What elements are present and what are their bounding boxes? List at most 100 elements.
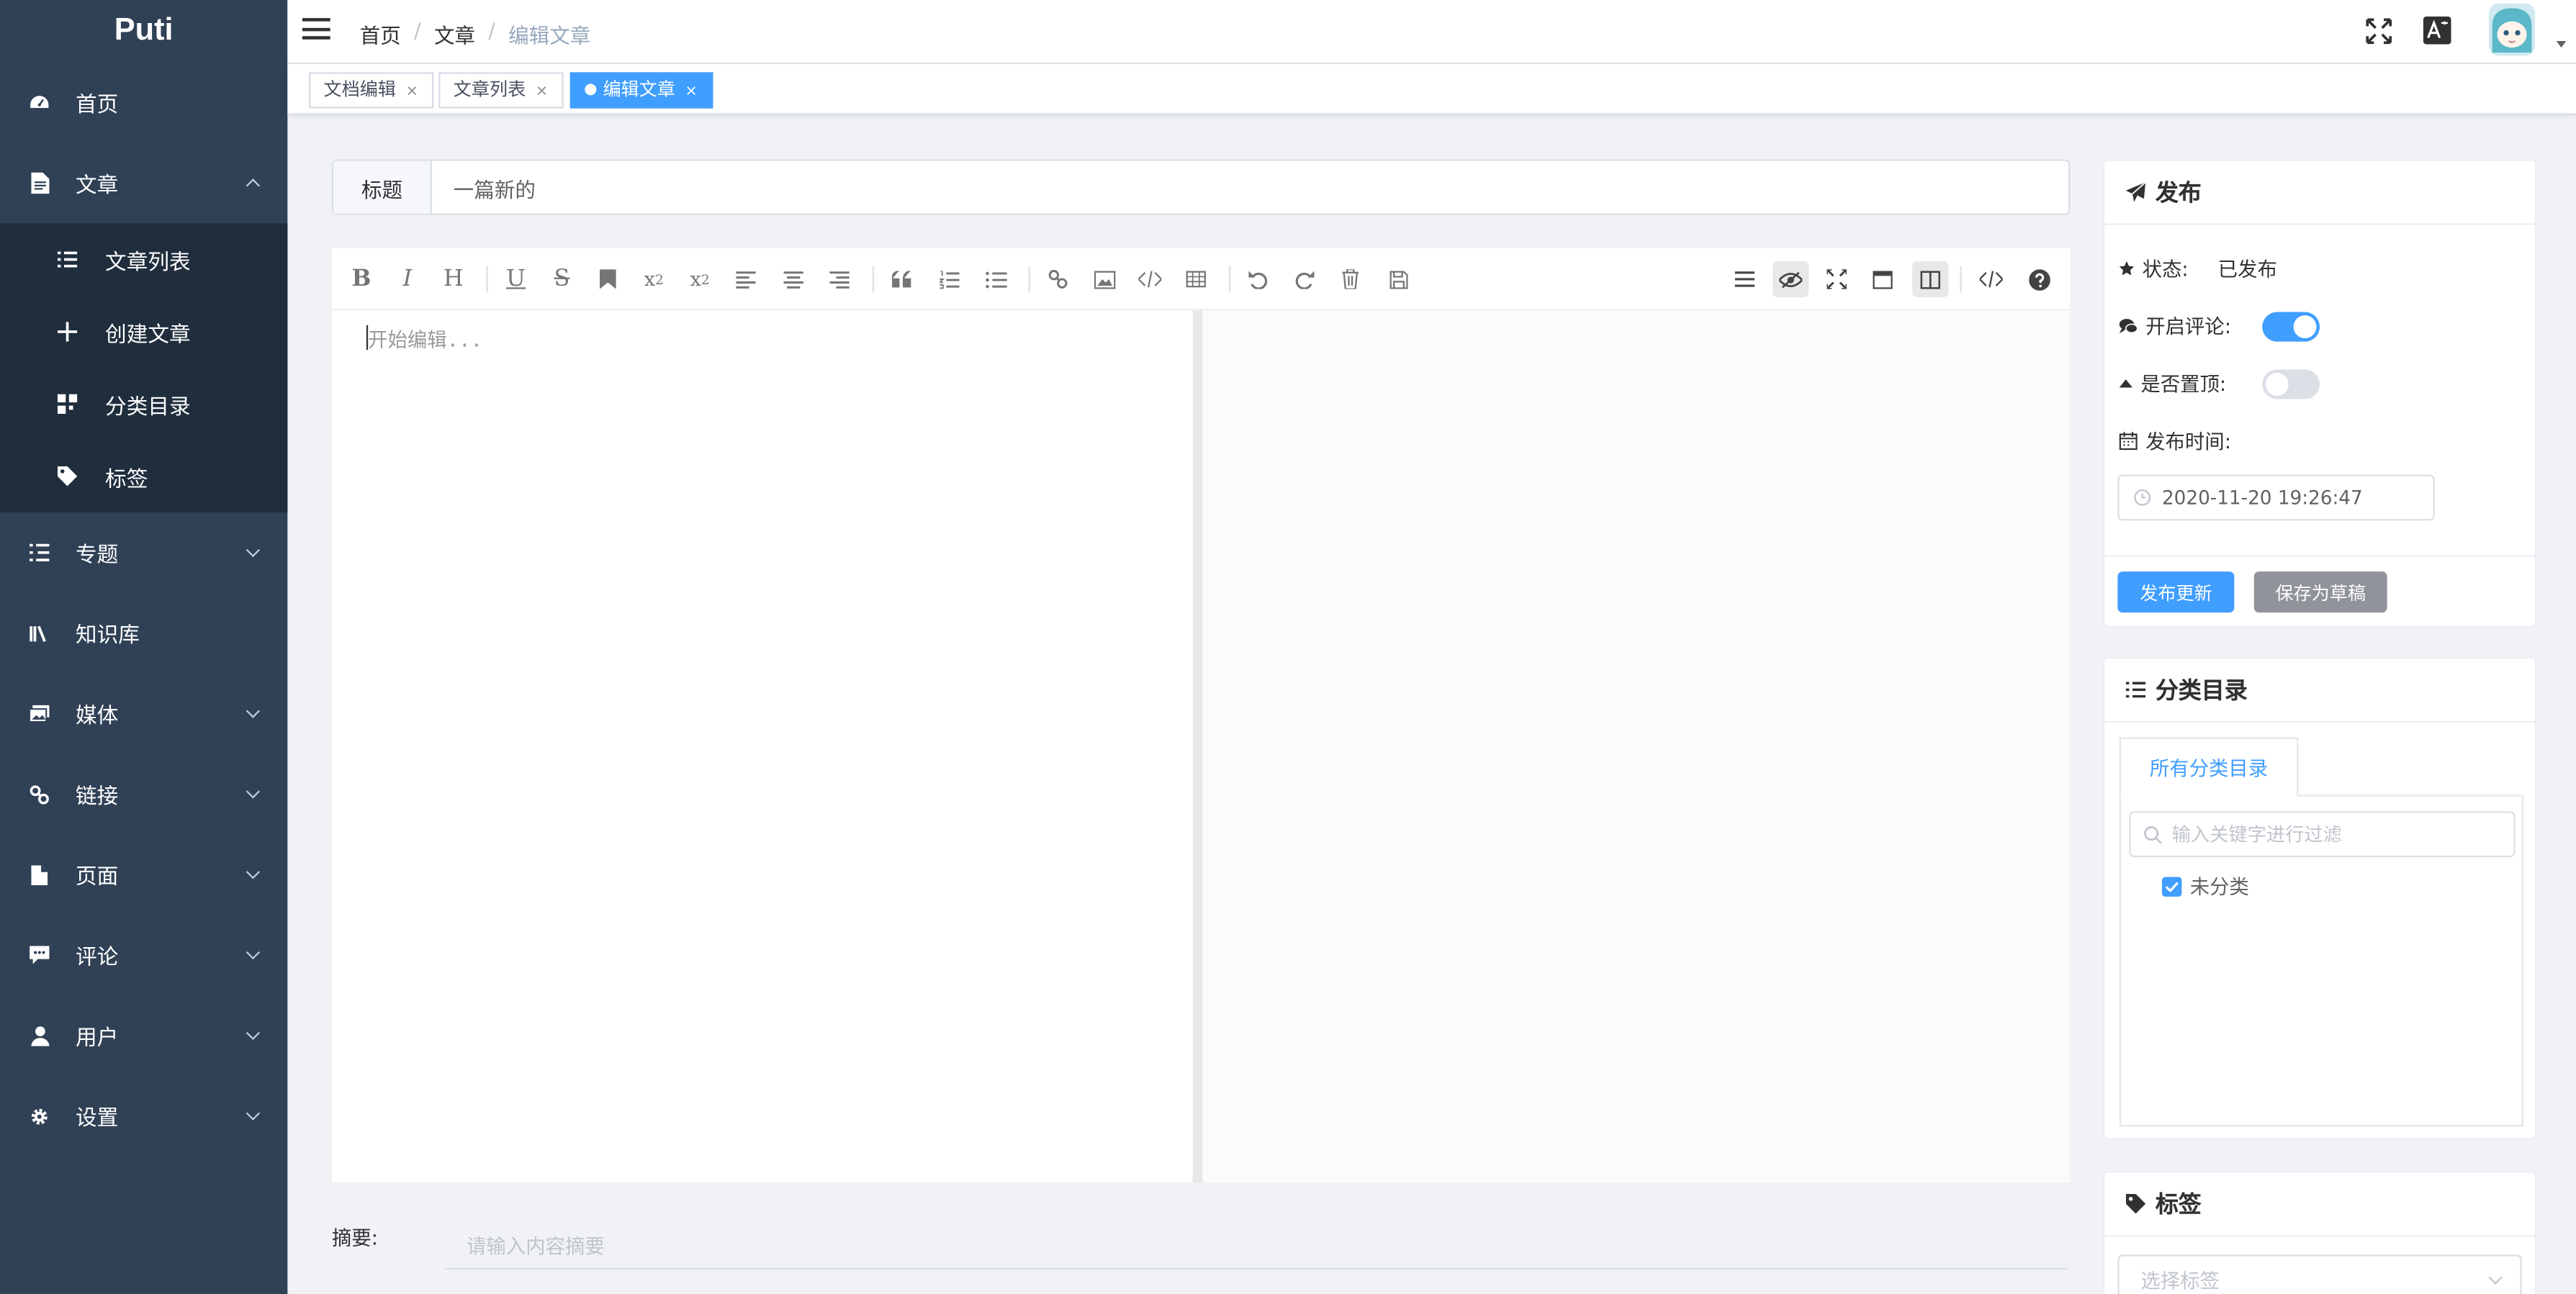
sidebar-item-create-article[interactable]: 创建文章 [0,296,287,368]
fullscreen-icon[interactable] [2366,18,2392,45]
sidebar-item-label: 设置 [75,1107,119,1132]
navigation-icon[interactable] [1726,261,1762,297]
breadcrumb-articles[interactable]: 文章 [434,18,475,49]
sidebar-item-media[interactable]: 媒体 [0,674,287,754]
bold-icon[interactable]: B [343,261,379,297]
books-icon [30,623,49,643]
star-icon [2119,261,2135,276]
chevron-down-icon [2488,1270,2503,1285]
align-right-icon[interactable] [821,261,857,297]
split-view-icon[interactable] [1912,261,1949,298]
tags-view-item[interactable]: 文章列表 × [438,72,563,109]
sticky-toggle[interactable] [2262,369,2320,399]
editor-placeholder: 开始编辑... [366,325,482,353]
list-icon [30,543,50,562]
tab-all-categories[interactable]: 所有分类目录 [2119,737,2299,797]
tags-view-item[interactable]: 文档编辑 × [308,72,433,109]
sidebar-item-pages[interactable]: 页面 [0,834,287,915]
sidebar-item-categories[interactable]: 分类目录 [0,368,287,440]
subscript-icon[interactable]: x2 [682,261,718,297]
page-icon [30,864,49,884]
close-icon[interactable]: × [536,83,548,100]
sidebar-item-home[interactable]: 首页 [0,63,287,143]
search-icon [2144,825,2162,843]
comment-row: 开启评论: [2119,312,2231,340]
sidebar-item-label: 专题 [75,543,119,569]
title-input[interactable]: 一篇新的 [432,161,2068,214]
link-icon[interactable] [1040,261,1076,297]
category-item[interactable]: 未分类 [2161,872,2249,900]
image-icon[interactable] [1086,261,1122,297]
caret-down-icon[interactable] [2556,41,2567,48]
sidebar-item-knowledge-base[interactable]: 知识库 [0,593,287,674]
sidebar-item-articles[interactable]: 文章 [0,143,287,224]
mark-icon[interactable] [590,261,626,297]
chevron-down-icon [246,704,261,718]
window-icon[interactable] [1865,261,1901,297]
undo-icon[interactable] [1240,261,1276,297]
align-center-icon[interactable] [775,261,811,297]
caret-up-icon [2119,378,2133,389]
publish-time-row: 发布时间: [2119,427,2231,455]
heading-icon[interactable]: H [436,261,472,297]
tags-view-item-active[interactable]: 编辑文章 × [569,72,713,109]
quote-icon[interactable] [884,261,920,297]
publish-update-button[interactable]: 发布更新 [2117,571,2235,613]
app-logo[interactable]: Puti [0,0,287,63]
sidebar-item-links[interactable]: 链接 [0,754,287,834]
sidebar-item-label: 创建文章 [105,322,191,348]
checkbox-checked[interactable] [2161,876,2182,896]
category-filter-input[interactable]: 输入关键字进行过滤 [2129,811,2516,858]
sidebar-item-users[interactable]: 用户 [0,995,287,1076]
markdown-input[interactable]: 开始编辑... [331,310,1193,1182]
code-icon[interactable] [1132,261,1168,297]
help-icon[interactable] [2021,261,2057,297]
category-card: 分类目录 所有分类目录 输入关键字进行过滤 未分类 [2102,656,2537,1140]
title-field: 标题 一篇新的 [331,159,2071,215]
publish-time-input[interactable]: 2020-11-20 19:26:47 [2117,474,2435,521]
sidebar-item-topics[interactable]: 专题 [0,512,287,593]
sidebar-item-label: 知识库 [75,624,140,649]
italic-icon[interactable]: I [389,261,425,297]
underline-icon[interactable]: U [497,261,533,297]
save-icon[interactable] [1380,261,1416,297]
breadcrumb-current: 编辑文章 [508,22,591,48]
save-draft-button[interactable]: 保存为草稿 [2253,571,2387,613]
html-code-icon[interactable] [1973,261,2009,297]
align-left-icon[interactable] [728,261,764,297]
comment-toggle[interactable] [2262,312,2320,342]
trash-icon[interactable] [1333,261,1369,297]
markdown-preview [1202,310,2071,1182]
expand-icon[interactable] [1819,261,1855,297]
breadcrumb-home[interactable]: 首页 [360,18,401,49]
tags-select[interactable]: 选择标签 [2117,1254,2522,1294]
close-icon[interactable]: × [685,83,698,100]
superscript-icon[interactable]: x2 [636,261,672,297]
sidebar-item-label: 页面 [75,865,119,890]
sidebar-item-article-list[interactable]: 文章列表 [0,223,287,295]
close-icon[interactable]: × [406,83,418,100]
chevron-down-icon [246,1026,261,1040]
summary-label: 摘要: [331,1226,378,1250]
sidebar-item-label: 用户 [75,1026,119,1051]
sidebar-item-label: 文章 [75,173,119,199]
unordered-list-icon[interactable] [978,261,1014,297]
table-icon[interactable] [1178,261,1214,297]
tag-icon [2125,1193,2146,1214]
ordered-list-icon[interactable] [932,261,968,297]
split-divider[interactable] [1192,310,1203,1182]
sidebar-item-settings[interactable]: 设置 [0,1076,287,1157]
editor-toolbar: B I H U S x2 x2 [331,248,2071,311]
summary-input[interactable]: 请输入内容摘要 [445,1216,2068,1270]
sidebar-item-comments[interactable]: 评论 [0,915,287,995]
sidebar: Puti 首页 文章 文章列表 创建文章 分类目录 标签 专题 知识库 媒体 链… [0,0,288,1294]
eye-slash-icon[interactable] [1773,261,1809,298]
language-icon[interactable] [2423,16,2451,45]
avatar[interactable] [2487,3,2536,56]
comment-icon [30,945,50,964]
chevron-down-icon [246,784,261,799]
strikethrough-icon[interactable]: S [544,261,580,297]
hamburger-icon[interactable] [302,18,330,40]
redo-icon[interactable] [1287,261,1323,297]
sidebar-item-tags[interactable]: 标签 [0,440,287,512]
